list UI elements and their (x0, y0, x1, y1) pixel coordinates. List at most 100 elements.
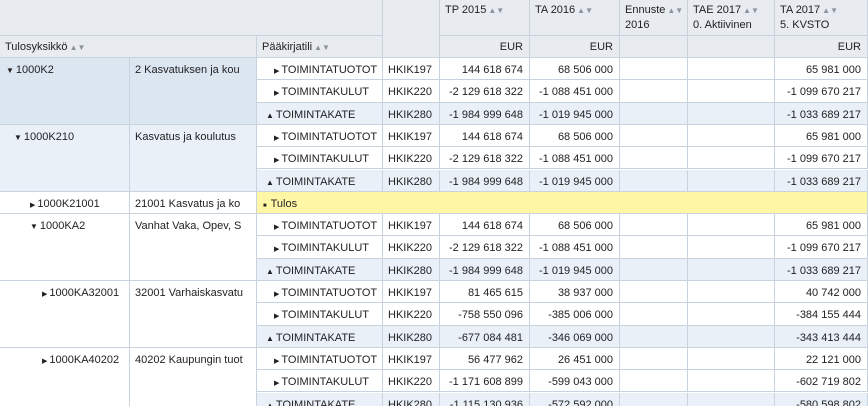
value-tp2015[interactable]: 144 618 674 (440, 58, 530, 81)
value-tp2015[interactable]: 81 465 615 (440, 281, 530, 304)
value-ta2017[interactable]: -1 099 670 217 (775, 80, 868, 103)
value-tp2015[interactable]: -1 171 608 899 (440, 370, 530, 393)
value-tp2015[interactable]: 56 477 962 (440, 347, 530, 371)
account-cell[interactable]: ▲ TOIMINTAKATE (257, 392, 383, 406)
sort-icon[interactable]: ▲▼ (488, 6, 504, 15)
value-ennuste2016[interactable] (620, 236, 688, 259)
sort-icon[interactable]: ▲▼ (822, 6, 838, 15)
value-tae2017[interactable] (688, 124, 775, 148)
value-tae2017[interactable] (688, 258, 775, 281)
expand-arrow-icon[interactable]: ▼ (14, 131, 22, 145)
expand-right-arrow-icon[interactable]: ▶ (274, 377, 279, 391)
account-cell[interactable]: ▶ TOIMINTAKULUT (257, 236, 383, 259)
value-ta2016[interactable]: -1 088 451 000 (530, 236, 620, 259)
value-tae2017[interactable] (688, 370, 775, 393)
value-ta2016[interactable]: 26 451 000 (530, 347, 620, 371)
value-tp2015[interactable]: -758 550 096 (440, 303, 530, 326)
account-cell[interactable]: ▲ TOIMINTAKATE (257, 325, 383, 348)
value-ta2016[interactable]: -1 019 945 000 (530, 258, 620, 281)
value-tp2015[interactable]: -2 129 618 322 (440, 147, 530, 170)
value-ennuste2016[interactable] (620, 258, 688, 281)
sort-icon[interactable]: ▲▼ (70, 43, 86, 52)
value-tp2015[interactable]: 144 618 674 (440, 214, 530, 237)
sort-icon[interactable]: ▲▼ (743, 6, 759, 15)
tree-node-1000K21001[interactable]: ▶ 1000K21001 (0, 191, 130, 215)
tulos-row[interactable]: ■ Tulos (257, 191, 868, 215)
tree-node-1000KA32001[interactable]: ▶ 1000KA32001 (0, 281, 130, 348)
column-header-ennuste2016[interactable]: Ennuste ▲▼ 2016 (620, 0, 688, 36)
collapse-arrow-icon[interactable]: ▶ (42, 355, 47, 369)
value-ta2016[interactable]: 68 506 000 (530, 124, 620, 148)
value-tae2017[interactable] (688, 80, 775, 103)
value-ta2017[interactable]: -580 598 802 (775, 392, 868, 406)
tree-node-1000K2[interactable]: ▼ 1000K2 (0, 58, 130, 125)
dimension-header-paakirjatili[interactable]: Pääkirjatili ▲▼ (257, 36, 383, 58)
value-ta2016[interactable]: -385 006 000 (530, 303, 620, 326)
account-cell[interactable]: ▶ TOIMINTATUOTOT (257, 58, 383, 81)
value-tp2015[interactable]: -2 129 618 322 (440, 80, 530, 103)
expand-right-arrow-icon[interactable]: ▶ (274, 310, 279, 324)
column-header-tp2015[interactable]: TP 2015 ▲▼ (440, 0, 530, 36)
value-tae2017[interactable] (688, 392, 775, 406)
column-header-ta2017[interactable]: TA 2017 ▲▼ 5. KVSTO (775, 0, 868, 36)
expand-arrow-icon[interactable]: ▼ (6, 64, 14, 78)
value-ennuste2016[interactable] (620, 303, 688, 326)
collapse-arrow-icon[interactable]: ▶ (30, 199, 35, 213)
value-ennuste2016[interactable] (620, 347, 688, 371)
sort-icon[interactable]: ▲▼ (667, 6, 683, 15)
column-header-tae2017[interactable]: TAE 2017 ▲▼ 0. Aktiivinen (688, 0, 775, 36)
account-cell[interactable]: ▶ TOIMINTATUOTOT (257, 124, 383, 148)
column-header-ta2016[interactable]: TA 2016 ▲▼ (530, 0, 620, 36)
account-cell[interactable]: ▲ TOIMINTAKATE (257, 169, 383, 192)
value-ennuste2016[interactable] (620, 147, 688, 170)
value-tae2017[interactable] (688, 169, 775, 192)
tree-node-1000KA40202[interactable]: ▶ 1000KA40202 (0, 347, 130, 406)
value-ta2017[interactable]: 22 121 000 (775, 347, 868, 371)
value-ta2017[interactable]: -343 413 444 (775, 325, 868, 348)
collapse-up-arrow-icon[interactable]: ▲ (266, 401, 274, 406)
value-ennuste2016[interactable] (620, 58, 688, 81)
expand-right-arrow-icon[interactable]: ▶ (274, 221, 279, 235)
value-tae2017[interactable] (688, 236, 775, 259)
collapse-up-arrow-icon[interactable]: ▲ (266, 111, 274, 120)
value-tp2015[interactable]: -1 984 999 648 (440, 169, 530, 192)
value-ta2017[interactable]: -1 033 689 217 (775, 258, 868, 281)
account-cell[interactable]: ▶ TOIMINTAKULUT (257, 147, 383, 170)
value-ennuste2016[interactable] (620, 214, 688, 237)
account-cell[interactable]: ▶ TOIMINTAKULUT (257, 80, 383, 103)
account-cell[interactable]: ▶ TOIMINTATUOTOT (257, 347, 383, 371)
tree-node-1000K210[interactable]: ▼ 1000K210 (0, 124, 130, 192)
value-ta2017[interactable]: -1 033 689 217 (775, 169, 868, 192)
value-ta2017[interactable]: 40 742 000 (775, 281, 868, 304)
expand-right-arrow-icon[interactable]: ▶ (274, 154, 279, 168)
value-tae2017[interactable] (688, 281, 775, 304)
value-tae2017[interactable] (688, 58, 775, 81)
value-ta2017[interactable]: -1 099 670 217 (775, 147, 868, 170)
value-ennuste2016[interactable] (620, 102, 688, 125)
collapse-up-arrow-icon[interactable]: ▲ (266, 178, 274, 187)
account-cell[interactable]: ▶ TOIMINTATUOTOT (257, 281, 383, 304)
value-ennuste2016[interactable] (620, 325, 688, 348)
value-ennuste2016[interactable] (620, 392, 688, 406)
value-tp2015[interactable]: -1 115 130 936 (440, 392, 530, 406)
value-ta2017[interactable]: -384 155 444 (775, 303, 868, 326)
value-ennuste2016[interactable] (620, 370, 688, 393)
value-tae2017[interactable] (688, 347, 775, 371)
value-ta2016[interactable]: 38 937 000 (530, 281, 620, 304)
expand-right-arrow-icon[interactable]: ▶ (274, 355, 279, 369)
value-ta2017[interactable]: 65 981 000 (775, 58, 868, 81)
sort-icon[interactable]: ▲▼ (314, 43, 330, 52)
value-ta2016[interactable]: 68 506 000 (530, 58, 620, 81)
value-ta2016[interactable]: 68 506 000 (530, 214, 620, 237)
expand-right-arrow-icon[interactable]: ▶ (274, 87, 279, 101)
value-ta2016[interactable]: -572 592 000 (530, 392, 620, 406)
value-tp2015[interactable]: -1 984 999 648 (440, 258, 530, 281)
value-ta2016[interactable]: -1 019 945 000 (530, 102, 620, 125)
account-cell[interactable]: ▶ TOIMINTAKULUT (257, 303, 383, 326)
value-tp2015[interactable]: 144 618 674 (440, 124, 530, 148)
value-ennuste2016[interactable] (620, 169, 688, 192)
value-ta2016[interactable]: -1 088 451 000 (530, 80, 620, 103)
account-cell[interactable]: ▶ TOIMINTAKULUT (257, 370, 383, 393)
account-cell[interactable]: ▲ TOIMINTAKATE (257, 102, 383, 125)
expand-right-arrow-icon[interactable]: ▶ (274, 288, 279, 302)
